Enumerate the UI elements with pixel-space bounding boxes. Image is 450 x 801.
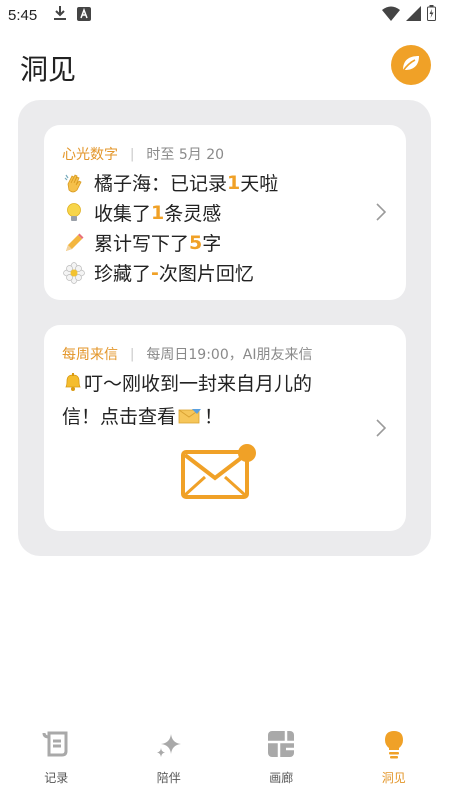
stats-value: 1 [227,171,241,194]
pencil-icon [62,232,86,254]
download-icon [53,5,67,25]
status-time: 5:45 [8,6,38,24]
stats-card-tag: 心光数字 [62,147,118,163]
gallery-grid-icon [266,729,296,763]
flower-icon [62,261,86,284]
signal-icon [406,5,421,25]
stats-card[interactable]: 心光数字 | 时至 5月 20 橘子海：已记录 1 天啦 收集了 1 条灵感 累计写下了… [44,125,406,300]
letter-card-header: 每周来信 | 每周日19:00，AI朋友来信 [62,344,312,364]
stats-line-text: 累计写下了 [94,233,190,255]
stats-line-text: 橘子海：已记录 [94,173,228,195]
wifi-icon [382,6,400,25]
stats-card-subtitle: 时至 5月 20 [146,147,225,163]
divider: | [130,346,135,362]
letter-message-text: ！ [204,406,224,428]
divider: | [130,146,135,162]
stats-value: 5 [189,231,203,254]
stats-line-ideas: 收集了 1 条灵感 [62,199,221,226]
tab-insights[interactable]: 洞见 [338,725,450,801]
stats-line-text: 字 [202,233,222,255]
letter-card[interactable]: 每周来信 | 每周日19:00，AI朋友来信 叮～刚收到一封来自月儿的信！点击查… [44,325,406,531]
tab-label: 记录 [44,771,69,785]
chevron-right-icon [376,419,387,441]
stats-value: - [151,261,159,284]
bell-icon [62,371,84,402]
page-title: 洞见 [20,53,77,86]
tab-gallery[interactable]: 画廊 [225,725,338,801]
insight-panel: 心光数字 | 时至 5月 20 橘子海：已记录 1 天啦 收集了 1 条灵感 累计写下了… [18,100,431,556]
waving-hand-icon [62,172,86,194]
tab-records[interactable]: 记录 [0,725,113,801]
stats-line-text: 条灵感 [164,203,222,225]
envelope-emoji-icon [178,404,202,434]
stats-line-photos: 珍藏了 - 次图片回忆 [62,259,254,286]
letter-card-tag: 每周来信 [62,347,118,363]
app-notification-icon [77,6,92,25]
tab-label: 画廊 [269,771,294,785]
tab-label: 洞见 [381,771,406,785]
light-bulb-icon [62,202,86,224]
tab-companion[interactable]: 陪伴 [113,725,226,801]
battery-icon [427,5,436,25]
chevron-right-icon [376,203,387,225]
stats-card-header: 心光数字 | 时至 5月 20 [62,144,224,164]
stats-line-days: 橘子海：已记录 1 天啦 [62,169,278,196]
tab-label: 陪伴 [156,771,181,785]
leaf-button[interactable] [391,45,431,85]
bulb-icon [379,729,409,763]
sparkles-icon [154,729,184,763]
status-bar: 5:45 [0,0,450,30]
stats-line-text: 天啦 [240,173,279,195]
stats-line-text: 收集了 [94,203,152,225]
stats-line-text: 次图片回忆 [158,263,254,285]
stats-line-text: 珍藏了 [94,263,152,285]
letter-message: 叮～刚收到一封来自月儿的信！点击查看 ！ [62,369,347,434]
scroll-icon [41,729,71,763]
stats-value: 1 [151,201,165,224]
letter-card-subtitle: 每周日19:00，AI朋友来信 [146,347,313,363]
bottom-tab-bar: 记录 陪伴 画廊 洞见 [0,725,450,801]
stats-line-words: 累计写下了 5 字 [62,229,221,256]
envelope-notification-icon [181,443,261,507]
leaf-icon [400,52,422,78]
